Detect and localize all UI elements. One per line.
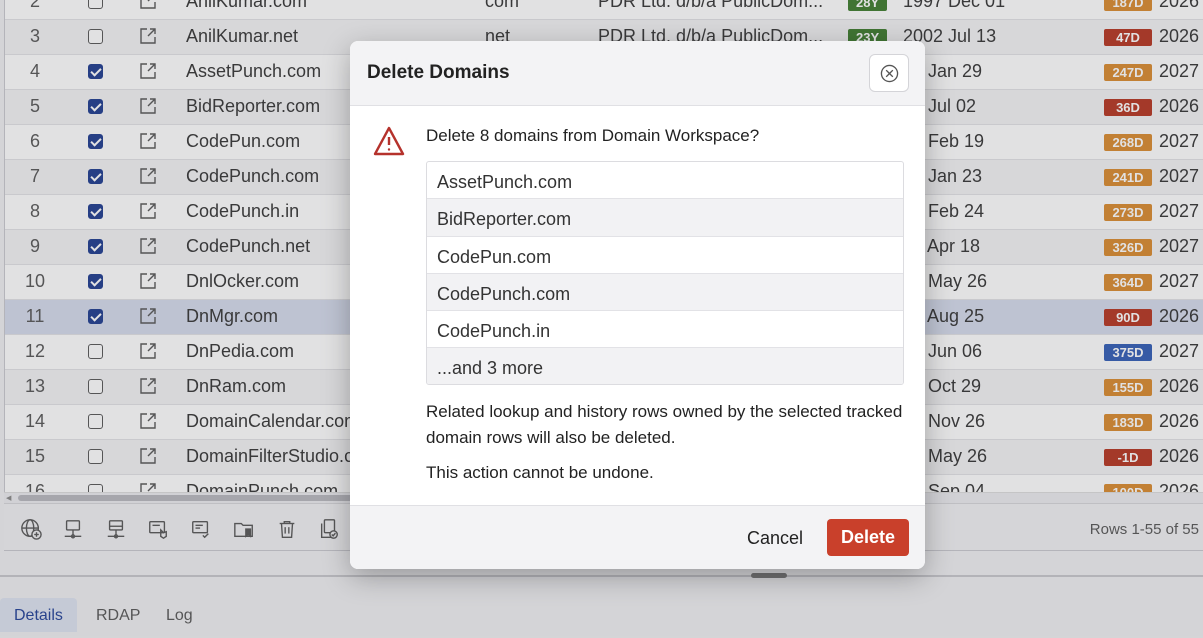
dialog-footer: Cancel Delete [350,505,925,569]
more-domains-label: ...and 3 more [427,348,903,384]
list-item: CodePunch.com [427,273,903,312]
cancel-button[interactable]: Cancel [735,520,815,556]
dialog-title: Delete Domains [367,62,510,83]
list-item: AssetPunch.com [427,162,903,200]
dialog-note: Related lookup and history rows owned by… [426,402,903,447]
dialog-warning: This action cannot be undone. [426,463,654,482]
warning-icon [373,126,405,156]
close-icon [880,64,899,83]
list-item: CodePunch.in [427,311,903,349]
delete-domains-dialog: Delete Domains Delete 8 domains from Dom… [350,41,925,569]
list-item: CodePun.com [427,237,903,274]
list-item: BidReporter.com [427,199,903,237]
dialog-question: Delete 8 domains from Domain Workspace? [426,126,760,145]
delete-button[interactable]: Delete [827,519,909,556]
dialog-header: Delete Domains [350,41,925,106]
domain-list: AssetPunch.com BidReporter.com CodePun.com… [426,161,904,385]
close-button[interactable] [869,54,909,92]
